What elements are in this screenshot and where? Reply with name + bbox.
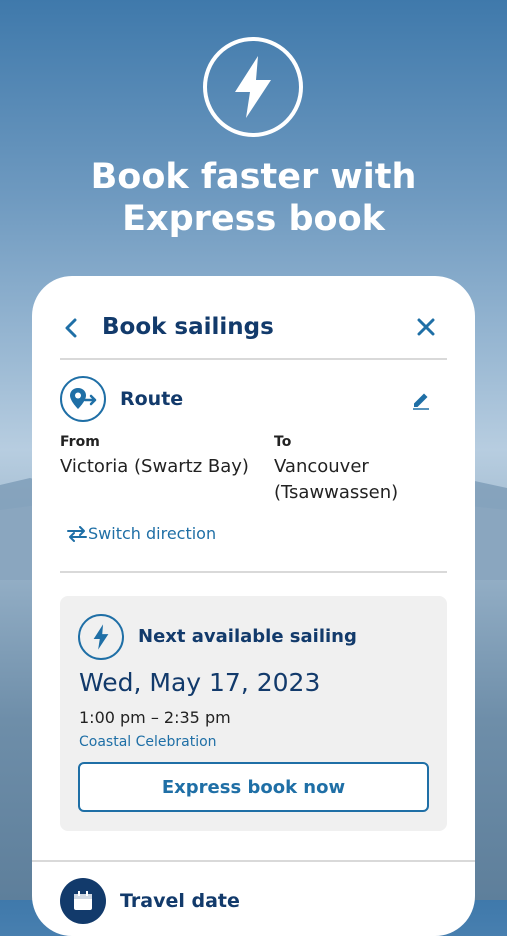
sailing-times: 1:00 pm – 2:35 pm (79, 708, 231, 727)
route-section: Route From Victoria (Swartz Bay) To Vanc… (60, 358, 447, 573)
book-sailings-card: Book sailings Route From Victoria (Swart… (32, 276, 475, 936)
close-icon[interactable] (417, 318, 435, 340)
pencil-edit-icon[interactable] (411, 390, 431, 414)
travel-date-label: Travel date (120, 890, 240, 912)
from-value: Victoria (Swartz Bay) (60, 456, 249, 477)
hero-title: Book faster with Express book (90, 157, 417, 239)
route-pin-icon (60, 376, 106, 422)
page-title: Book sailings (102, 314, 274, 340)
from-label: From (60, 434, 100, 450)
calendar-icon (60, 878, 106, 924)
card-header: Book sailings (60, 276, 447, 360)
next-sailing-label: Next available sailing (138, 626, 357, 647)
sailing-date: Wed, May 17, 2023 (79, 668, 321, 697)
switch-direction-label: Switch direction (88, 524, 217, 543)
chevron-left-icon[interactable] (64, 318, 78, 342)
lightning-bolt-icon (203, 37, 303, 137)
express-book-button[interactable]: Express book now (78, 762, 429, 812)
route-label: Route (120, 388, 184, 410)
divider (32, 860, 475, 862)
swap-arrows-icon (67, 525, 87, 542)
next-sailing-panel: Next available sailing Wed, May 17, 2023… (60, 596, 447, 831)
switch-direction-button[interactable]: Switch direction (66, 524, 216, 543)
to-label: To (274, 434, 292, 450)
lightning-bolt-icon (78, 614, 124, 660)
vessel-name: Coastal Celebration (79, 734, 217, 750)
to-value: Vancouver (Tsawwassen) (274, 456, 399, 503)
